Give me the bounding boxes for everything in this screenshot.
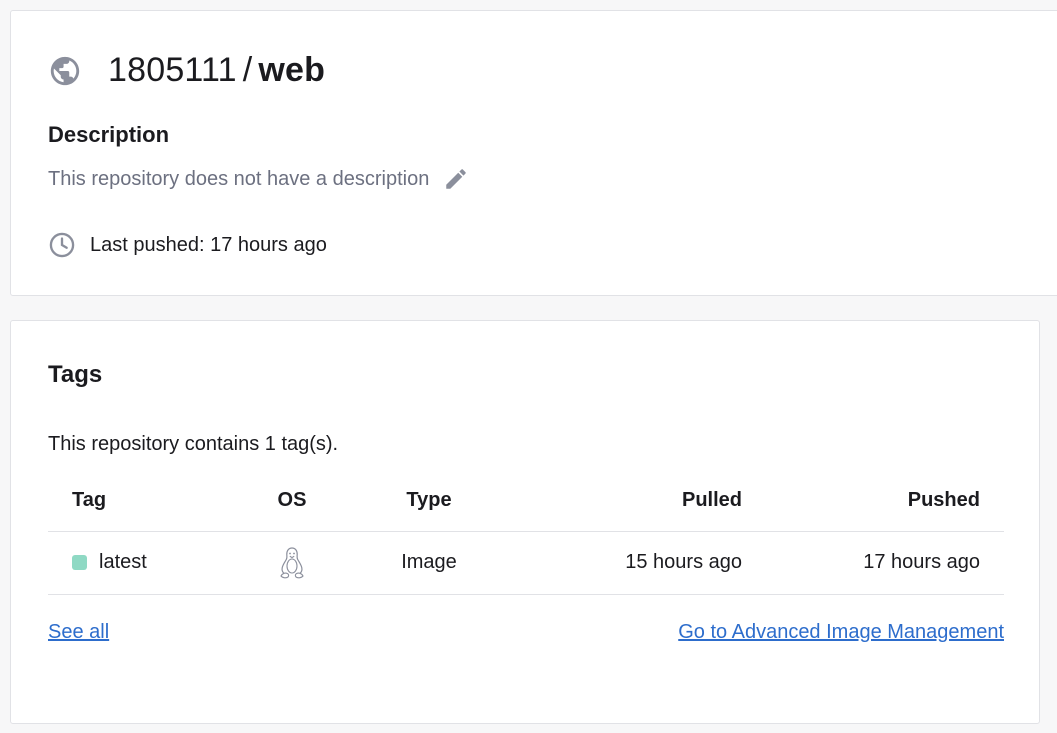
- type-cell: Image: [336, 531, 522, 595]
- repo-separator: /: [242, 51, 253, 89]
- pencil-icon[interactable]: [443, 166, 469, 192]
- tags-card: Tags This repository contains 1 tag(s). …: [10, 320, 1040, 724]
- tag-name[interactable]: latest: [99, 551, 147, 574]
- see-all-link[interactable]: See all: [48, 621, 109, 644]
- pulled-cell: 15 hours ago: [522, 531, 742, 595]
- description-text: This repository does not have a descript…: [48, 167, 430, 190]
- column-header-type: Type: [336, 471, 522, 532]
- column-header-pushed: Pushed: [742, 471, 1004, 532]
- tags-heading: Tags: [48, 361, 103, 388]
- description-row: This repository does not have a descript…: [48, 166, 469, 192]
- table-row: latest Image 15 hours ago 17 hours ago: [48, 531, 1004, 595]
- globe-icon: [50, 56, 80, 85]
- tag-cell: latest: [48, 531, 248, 595]
- column-header-tag: Tag: [48, 471, 248, 532]
- os-cell: [248, 531, 336, 595]
- description-heading: Description: [48, 122, 170, 147]
- repository-overview-card: 1805111/web Description This repository …: [10, 10, 1057, 296]
- column-header-pulled: Pulled: [522, 471, 742, 532]
- tags-count-text: This repository contains 1 tag(s).: [48, 433, 339, 455]
- tags-links-row: See all Go to Advanced Image Management: [48, 621, 1004, 644]
- page-title: 1805111/web: [108, 51, 325, 90]
- tag-status-indicator: [72, 555, 87, 570]
- last-pushed-row: Last pushed: 17 hours ago: [48, 231, 327, 259]
- repo-namespace: 1805111: [108, 51, 237, 89]
- clock-icon: [49, 232, 75, 258]
- column-header-os: OS: [248, 471, 336, 532]
- linux-icon: [280, 546, 304, 578]
- table-header-row: Tag OS Type Pulled Pushed: [48, 471, 1004, 532]
- tags-table: Tag OS Type Pulled Pushed latest Image 1…: [48, 471, 1004, 595]
- repo-name: web: [258, 51, 326, 89]
- last-pushed-text: Last pushed: 17 hours ago: [90, 233, 327, 256]
- repo-header: 1805111/web: [48, 51, 325, 90]
- advanced-image-management-link[interactable]: Go to Advanced Image Management: [678, 621, 1004, 644]
- pushed-cell: 17 hours ago: [742, 531, 1004, 595]
